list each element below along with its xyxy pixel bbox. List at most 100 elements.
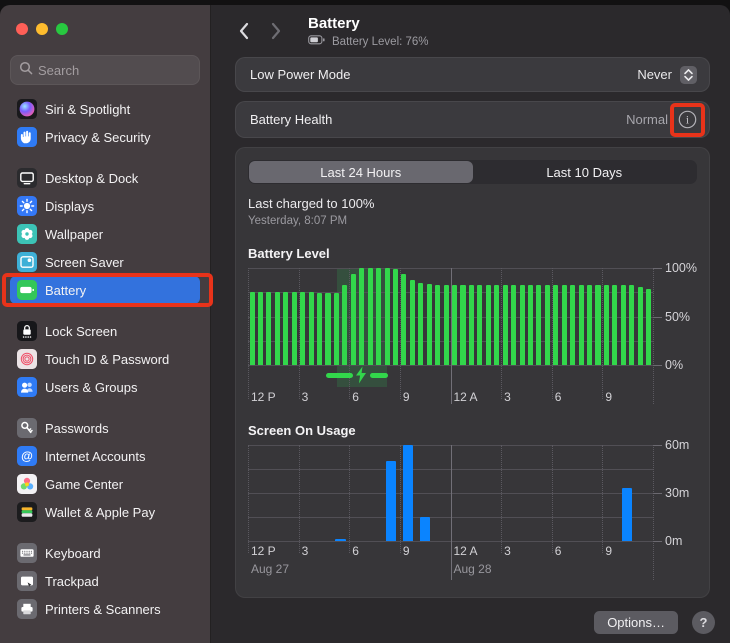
- battery-level-bar: [545, 285, 550, 366]
- privacy-icon: [17, 127, 37, 147]
- minimize-button[interactable]: [36, 23, 48, 35]
- sidebar-item-label: Screen Saver: [45, 255, 124, 270]
- sidebar-item-lock-screen[interactable]: Lock Screen: [10, 317, 200, 345]
- sidebar: Siri & Spotlight Privacy & Security Deskto…: [0, 5, 211, 643]
- sidebar-item-printers-scanners[interactable]: Printers & Scanners: [10, 595, 200, 623]
- gridline-vertical: [248, 445, 249, 553]
- sidebar-item-game-center[interactable]: Game Center: [10, 470, 200, 498]
- screen-on-usage-bar: [386, 461, 396, 541]
- x-axis-label: 3: [302, 544, 309, 558]
- y-axis-tick: [653, 268, 662, 269]
- gridline-vertical: [501, 445, 502, 553]
- battery-health-value: Normal: [626, 112, 668, 127]
- x-axis-label: 3: [302, 390, 309, 404]
- search-icon: [19, 61, 33, 80]
- gridline-vertical: [602, 268, 603, 399]
- battery-pane: Battery Battery Level: 76% Low Power Mod…: [211, 5, 730, 643]
- battery-health-info-button[interactable]: i: [677, 110, 697, 130]
- options-button[interactable]: Options…: [594, 611, 678, 634]
- sidebar-item-battery[interactable]: Battery: [10, 276, 200, 304]
- sidebar-item-wallet-apple-pay[interactable]: Wallet & Apple Pay: [10, 498, 200, 526]
- screen-on-usage-chart: 12 P36912 A369Aug 27Aug 2860m30m0m: [248, 445, 653, 580]
- gridline-vertical: [501, 268, 502, 399]
- tab-last-24-hours[interactable]: Last 24 Hours: [249, 161, 473, 183]
- sidebar-item-label: Trackpad: [45, 574, 99, 589]
- tab-last-10-days[interactable]: Last 10 Days: [473, 161, 697, 183]
- sidebar-item-displays[interactable]: Displays: [10, 192, 200, 220]
- svg-text:i: i: [685, 115, 688, 127]
- battery-level-bar: [258, 292, 263, 365]
- battery-level-bar: [646, 289, 651, 365]
- sidebar-item-trackpad[interactable]: Trackpad: [10, 567, 200, 595]
- low-power-mode-popup-button[interactable]: [680, 66, 697, 84]
- x-axis-label: 9: [403, 390, 410, 404]
- battery-level-bar: [638, 287, 643, 365]
- battery-level-bar: [562, 285, 567, 366]
- zoom-button[interactable]: [56, 23, 68, 35]
- sidebar-item-screen-saver[interactable]: Screen Saver: [10, 248, 200, 276]
- x-axis-label: 3: [504, 544, 511, 558]
- sidebar-item-internet-accounts[interactable]: @Internet Accounts: [10, 442, 200, 470]
- gridline-vertical: [552, 268, 553, 399]
- y-axis-tick: [653, 445, 662, 446]
- close-button[interactable]: [16, 23, 28, 35]
- sidebar-item-siri-spotlight[interactable]: Siri & Spotlight: [10, 95, 200, 123]
- battery-health-label: Battery Health: [250, 112, 626, 127]
- battery-level-bar: [325, 293, 330, 365]
- sidebar-group: Lock Screen Touch ID & Password Users & Gr…: [10, 317, 200, 401]
- screen-on-usage-bar: [335, 539, 345, 541]
- battery-level-bar: [275, 292, 280, 365]
- sidebar-item-label: Users & Groups: [45, 380, 137, 395]
- screen-saver-icon: [17, 252, 37, 272]
- desktop-dock-icon: [17, 168, 37, 188]
- y-axis-label: 50%: [665, 310, 690, 324]
- sidebar-item-touch-id-password[interactable]: Touch ID & Password: [10, 345, 200, 373]
- search-input[interactable]: [38, 63, 188, 78]
- battery-level-bar: [342, 285, 347, 365]
- x-axis-label: 12 A: [454, 544, 478, 558]
- x-axis-label: 12 A: [454, 390, 478, 404]
- sidebar-group: Keyboard Trackpad Printers & Scanners: [10, 539, 200, 623]
- gridline-vertical: [653, 445, 654, 580]
- sidebar-item-desktop-dock[interactable]: Desktop & Dock: [10, 164, 200, 192]
- battery-level-bar: [503, 285, 508, 366]
- keyboard-icon: [17, 543, 37, 563]
- search-field[interactable]: [10, 55, 200, 85]
- battery-level-bar: [595, 285, 600, 366]
- sidebar-item-users-groups[interactable]: Users & Groups: [10, 373, 200, 401]
- y-axis-tick: [653, 541, 662, 542]
- battery-level-chart-title: Battery Level: [248, 246, 697, 261]
- sidebar-item-label: Privacy & Security: [45, 130, 150, 145]
- help-button[interactable]: ?: [692, 611, 715, 634]
- battery-level-bar: [486, 285, 491, 366]
- sidebar-item-label: Desktop & Dock: [45, 171, 138, 186]
- date-label: Aug 27: [251, 562, 289, 576]
- forward-button[interactable]: [269, 21, 283, 41]
- battery-level-bar: [393, 269, 398, 365]
- battery-level-bar: [612, 285, 617, 366]
- displays-icon: [17, 196, 37, 216]
- battery-level-bar: [317, 293, 322, 365]
- sidebar-item-label: Printers & Scanners: [45, 602, 161, 617]
- date-label: Aug 28: [454, 562, 492, 576]
- x-axis-label: 6: [352, 544, 359, 558]
- trackpad-icon: [17, 571, 37, 591]
- battery-level-bar: [536, 285, 541, 366]
- sidebar-item-label: Lock Screen: [45, 324, 117, 339]
- gridline-vertical: [400, 445, 401, 553]
- sidebar-group: Desktop & Dock DisplaysWallpaper Screen Sa…: [10, 164, 200, 304]
- sidebar-item-label: Battery: [45, 283, 86, 298]
- last-charged-time: Yesterday, 8:07 PM: [248, 215, 697, 227]
- battery-level-bar: [376, 268, 381, 365]
- x-axis-label: 6: [555, 544, 562, 558]
- wallet-icon: [17, 502, 37, 522]
- sidebar-item-passwords[interactable]: Passwords: [10, 414, 200, 442]
- sidebar-item-keyboard[interactable]: Keyboard: [10, 539, 200, 567]
- y-axis-tick: [653, 493, 662, 494]
- battery-level-bar: [418, 283, 423, 365]
- x-axis-label: 9: [403, 544, 410, 558]
- sidebar-item-privacy-security[interactable]: Privacy & Security: [10, 123, 200, 151]
- sidebar-item-wallpaper[interactable]: Wallpaper: [10, 220, 200, 248]
- back-button[interactable]: [237, 21, 251, 41]
- sidebar-group: Siri & Spotlight Privacy & Security: [10, 95, 200, 151]
